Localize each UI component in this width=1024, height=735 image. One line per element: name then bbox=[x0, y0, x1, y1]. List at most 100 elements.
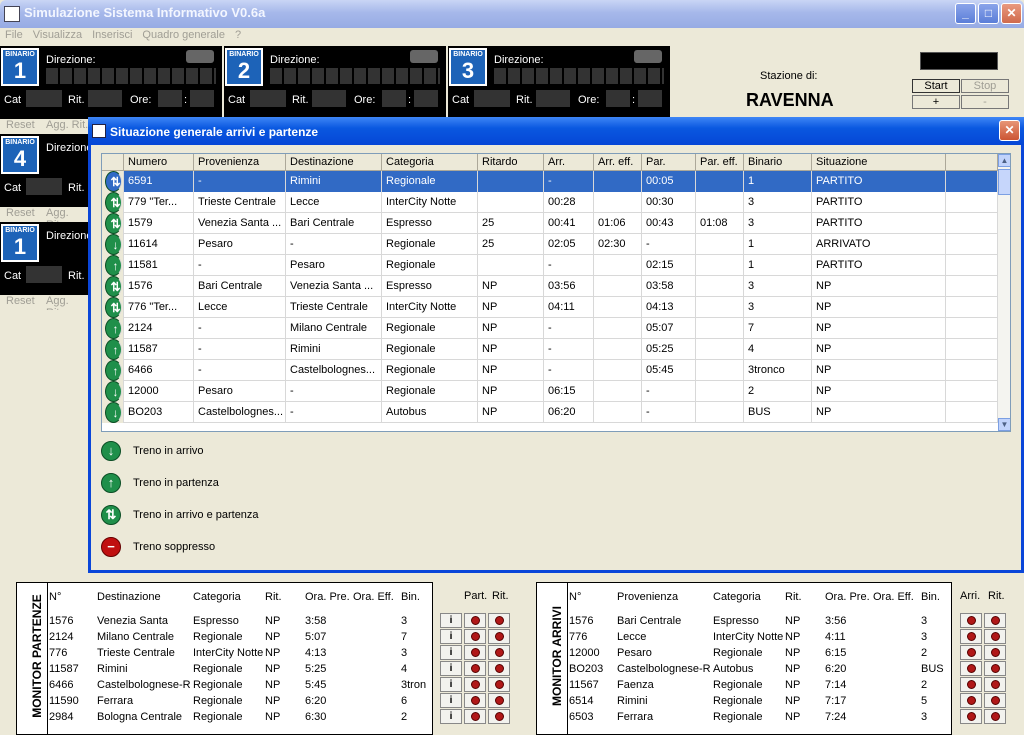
menu-file[interactable]: File bbox=[0, 28, 28, 42]
action-button[interactable] bbox=[960, 661, 982, 676]
grid-column-header[interactable] bbox=[946, 154, 998, 171]
cell-prov: Pesaro bbox=[194, 381, 286, 402]
cell-dest: Trieste Centrale bbox=[286, 297, 382, 318]
table-row[interactable]: ⇅ 6591- Rimini Regionale -00:05 1 PARTITO bbox=[102, 171, 998, 192]
table-row[interactable]: ↑ 6466- Castelbolognes... Regionale NP -05:45… bbox=[102, 360, 998, 381]
dialog-close-button[interactable]: ✕ bbox=[999, 120, 1020, 141]
maximize-button[interactable]: □ bbox=[978, 3, 999, 24]
cell-arreff bbox=[594, 339, 642, 360]
delay-button[interactable] bbox=[488, 613, 510, 628]
action-button[interactable] bbox=[960, 709, 982, 724]
delay-button[interactable] bbox=[984, 645, 1006, 660]
table-row[interactable]: ↓ BO203 Castelbolognes... - Autobus NP 06:20- B… bbox=[102, 402, 998, 423]
grid-column-header[interactable]: Binario bbox=[744, 154, 812, 171]
reset-button[interactable]: Reset bbox=[6, 207, 35, 219]
depart-icon: ↑ bbox=[105, 360, 122, 381]
reset-button[interactable]: Reset bbox=[6, 295, 35, 307]
monitor-cell: 3 bbox=[921, 615, 928, 627]
table-row[interactable]: ↑ 11581- Pesaro Regionale -02:15 1 PARTITO bbox=[102, 255, 998, 276]
table-row[interactable]: ⇅ 1576 Bari Centrale Venezia Santa ... Espre… bbox=[102, 276, 998, 297]
trains-grid[interactable]: Numero Provenienza Destinazione Categoria Ri… bbox=[101, 153, 1011, 432]
table-row[interactable]: ↑ 2124- Milano Centrale Regionale NP -05:07 7 N… bbox=[102, 318, 998, 339]
grid-column-header[interactable]: Categoria bbox=[382, 154, 478, 171]
cell-arreff bbox=[594, 255, 642, 276]
info-button[interactable]: i bbox=[440, 709, 462, 724]
action-button[interactable] bbox=[464, 661, 486, 676]
action-button[interactable] bbox=[464, 645, 486, 660]
info-button[interactable]: i bbox=[440, 629, 462, 644]
start-button[interactable]: Start bbox=[912, 79, 960, 93]
info-button[interactable]: i bbox=[440, 661, 462, 676]
table-row[interactable]: ⇅ 1579 Venezia Santa ... Bari Centrale Espre… bbox=[102, 213, 998, 234]
table-row[interactable]: ↓ 12000 Pesaro - Regionale NP 06:15-2 NP bbox=[102, 381, 998, 402]
cell-dest: Milano Centrale bbox=[286, 318, 382, 339]
action-button[interactable] bbox=[960, 645, 982, 660]
delay-button[interactable] bbox=[984, 661, 1006, 676]
grid-column-header[interactable]: Par. bbox=[642, 154, 696, 171]
table-row[interactable]: ⇅ 779 "Ter... Trieste Centrale Lecce InterCi… bbox=[102, 192, 998, 213]
delay-button[interactable] bbox=[984, 613, 1006, 628]
action-button[interactable] bbox=[464, 677, 486, 692]
table-row[interactable]: ⇅ 776 "Ter... Lecce Trieste Centrale InterCi… bbox=[102, 297, 998, 318]
grid-column-header[interactable]: Numero bbox=[124, 154, 194, 171]
monitor-cell: 4:13 bbox=[305, 647, 327, 659]
action-button[interactable] bbox=[464, 629, 486, 644]
delay-button[interactable] bbox=[984, 709, 1006, 724]
grid-column-header[interactable] bbox=[102, 154, 124, 171]
action-button[interactable] bbox=[960, 693, 982, 708]
stop-button[interactable]: Stop bbox=[961, 79, 1009, 93]
grid-column-header[interactable]: Situazione bbox=[812, 154, 946, 171]
minus-button[interactable]: - bbox=[961, 95, 1009, 109]
grid-column-header[interactable]: Par. eff. bbox=[696, 154, 744, 171]
info-button[interactable]: i bbox=[440, 677, 462, 692]
menu-quadro-generale[interactable]: Quadro generale bbox=[137, 28, 230, 42]
action-button[interactable] bbox=[960, 677, 982, 692]
red-light-icon bbox=[967, 632, 976, 641]
info-button[interactable]: i bbox=[440, 645, 462, 660]
grid-column-header[interactable]: Destinazione bbox=[286, 154, 382, 171]
red-light-icon bbox=[471, 664, 480, 673]
menu-help[interactable]: ? bbox=[230, 28, 246, 42]
cell-par: 03:58 bbox=[642, 276, 696, 297]
menu-visualizza[interactable]: Visualizza bbox=[28, 28, 87, 42]
cell-pareff bbox=[696, 297, 744, 318]
agg-rit-button[interactable]: Agg. Rit. bbox=[46, 119, 88, 131]
minimize-button[interactable]: _ bbox=[955, 3, 976, 24]
delay-button[interactable] bbox=[984, 677, 1006, 692]
delay-button[interactable] bbox=[488, 661, 510, 676]
delay-button[interactable] bbox=[984, 693, 1006, 708]
monitor-cell: Rimini bbox=[617, 695, 648, 707]
grid-column-header[interactable]: Provenienza bbox=[194, 154, 286, 171]
grid-scrollbar[interactable]: ▲ ▼ bbox=[998, 154, 1010, 431]
delay-button[interactable] bbox=[488, 629, 510, 644]
monitor-button-header: Part. bbox=[464, 590, 488, 602]
info-button[interactable]: i bbox=[440, 693, 462, 708]
action-button[interactable] bbox=[464, 693, 486, 708]
table-row[interactable]: ↑ 11587- Rimini Regionale NP -05:25 4 NP bbox=[102, 339, 998, 360]
display-eyes-icon bbox=[186, 50, 214, 63]
delay-button[interactable] bbox=[984, 629, 1006, 644]
monitor-cell: BUS bbox=[921, 663, 944, 675]
plus-button[interactable]: + bbox=[912, 95, 960, 109]
delay-button[interactable] bbox=[488, 645, 510, 660]
scroll-up-icon[interactable]: ▲ bbox=[998, 154, 1010, 167]
red-light-icon bbox=[471, 648, 480, 657]
action-button[interactable] bbox=[960, 629, 982, 644]
table-row[interactable]: ↓ 11614 Pesaro - Regionale 25 02:05 02:30-1 ARRI… bbox=[102, 234, 998, 255]
scroll-thumb[interactable] bbox=[998, 169, 1010, 195]
action-button[interactable] bbox=[464, 709, 486, 724]
delay-button[interactable] bbox=[488, 709, 510, 724]
grid-column-header[interactable]: Ritardo bbox=[478, 154, 544, 171]
close-button[interactable]: ✕ bbox=[1001, 3, 1022, 24]
grid-column-header[interactable]: Arr. eff. bbox=[594, 154, 642, 171]
reset-button[interactable]: Reset bbox=[6, 119, 35, 131]
menu-inserisci[interactable]: Inserisci bbox=[87, 28, 137, 42]
info-button[interactable]: i bbox=[440, 613, 462, 628]
scroll-down-icon[interactable]: ▼ bbox=[998, 418, 1010, 431]
grid-column-header[interactable]: Arr. bbox=[544, 154, 594, 171]
action-button[interactable] bbox=[464, 613, 486, 628]
action-button[interactable] bbox=[960, 613, 982, 628]
delay-button[interactable] bbox=[488, 677, 510, 692]
delay-button[interactable] bbox=[488, 693, 510, 708]
cell-rit: 25 bbox=[478, 234, 544, 255]
